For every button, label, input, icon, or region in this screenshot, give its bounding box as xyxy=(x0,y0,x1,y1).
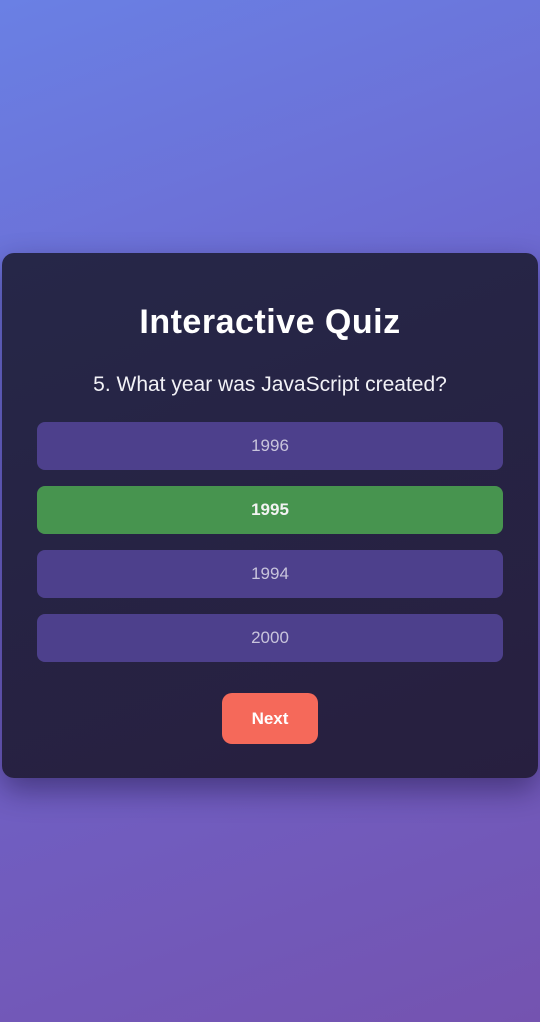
question-text: 5. What year was JavaScript created? xyxy=(93,373,447,396)
answer-option-label: 1996 xyxy=(251,436,289,455)
answer-option-label: 1995 xyxy=(251,500,289,519)
next-button[interactable]: Next xyxy=(222,693,318,744)
answer-option[interactable]: 1994 xyxy=(37,550,503,598)
answer-option-correct[interactable]: 1995 xyxy=(37,486,503,534)
answer-option[interactable]: 2000 xyxy=(37,614,503,662)
answer-option-label: 2000 xyxy=(251,628,289,647)
quiz-title: Interactive Quiz xyxy=(139,303,401,341)
answer-option[interactable]: 1996 xyxy=(37,422,503,470)
answer-options: 1996 1995 1994 2000 xyxy=(37,422,503,678)
quiz-card: Interactive Quiz 5. What year was JavaSc… xyxy=(2,253,538,778)
answer-option-label: 1994 xyxy=(251,564,289,583)
